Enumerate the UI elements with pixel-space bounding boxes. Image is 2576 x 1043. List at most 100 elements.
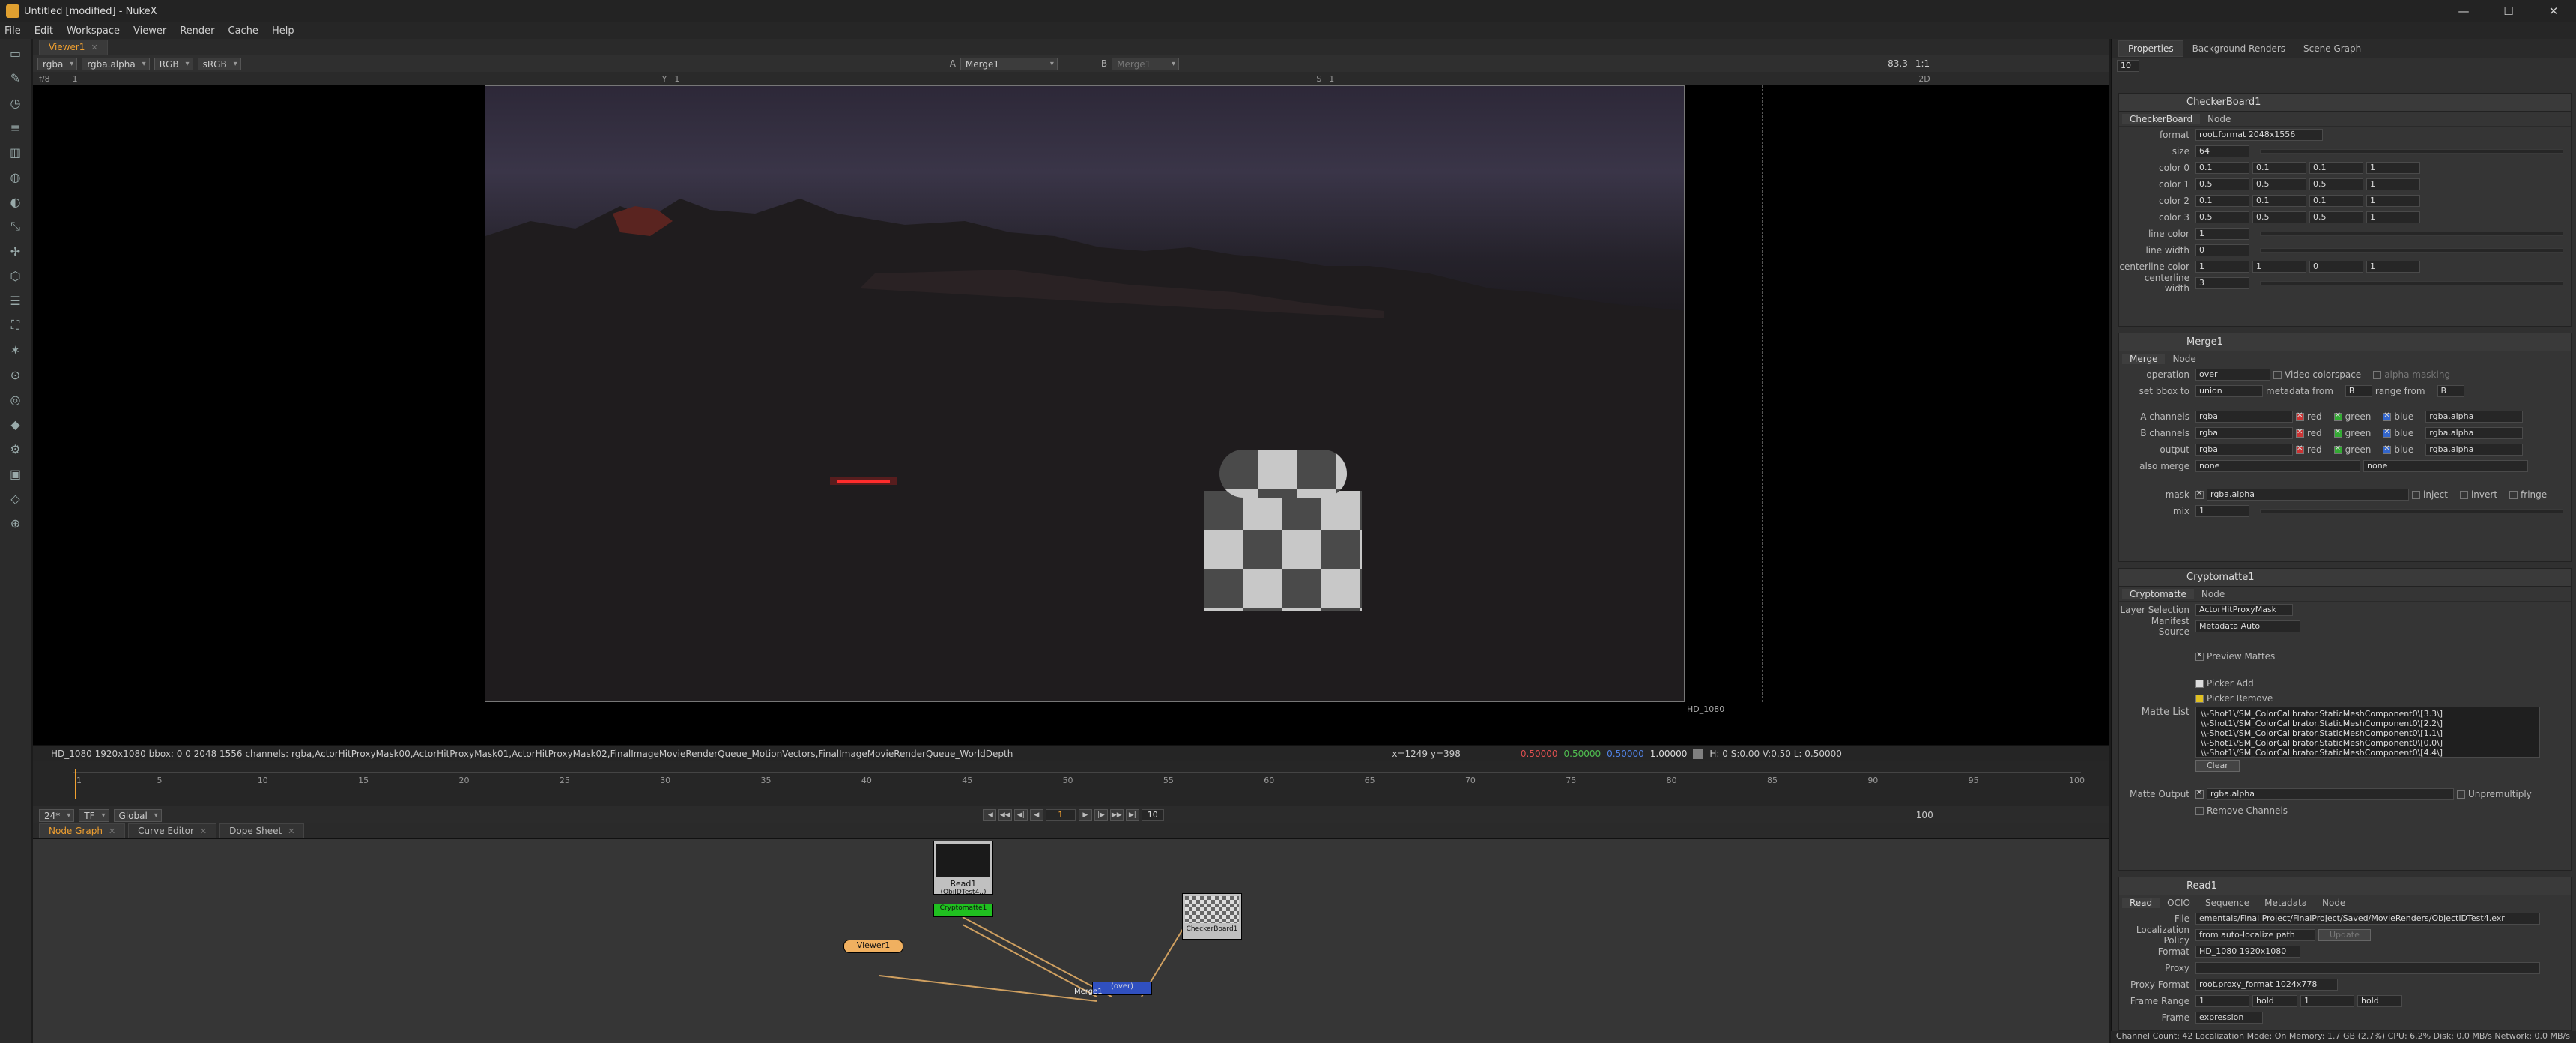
metadata-icon[interactable]: ⛶: [5, 315, 26, 336]
zoom-level[interactable]: 83.3: [1888, 58, 1908, 69]
b-blue-checkbox[interactable]: [2383, 428, 2392, 438]
tab-node[interactable]: Node: [2165, 354, 2203, 364]
menu-file[interactable]: File: [4, 25, 21, 37]
toolsets-icon[interactable]: ✶: [5, 339, 26, 360]
mask-dropdown[interactable]: rgba.alpha: [2207, 489, 2409, 501]
video-colorspace-checkbox[interactable]: [2273, 370, 2282, 379]
furnace-icon[interactable]: ◆: [5, 414, 26, 435]
also-merge-dropdown-2[interactable]: none: [2363, 460, 2528, 472]
bbox-dropdown[interactable]: union: [2195, 385, 2263, 397]
manifest-source-dropdown[interactable]: Metadata Auto: [2195, 620, 2300, 632]
checkerboard-name[interactable]: CheckerBoard1: [2186, 97, 2261, 108]
mask-checkbox[interactable]: [2195, 489, 2204, 499]
increment-field[interactable]: 10: [1141, 809, 1164, 821]
proxy-format-dropdown[interactable]: root.proxy_format 1024x778: [2195, 979, 2338, 991]
cara-icon[interactable]: ▣: [5, 463, 26, 484]
timeline-ruler[interactable]: 1 5 10 15 20 25 30 35 40 45 50 55 60 65 70 75 80 85 90 95 10…: [73, 772, 2085, 794]
menu-workspace[interactable]: Workspace: [67, 25, 120, 37]
menu-viewer[interactable]: Viewer: [133, 25, 166, 37]
menu-edit[interactable]: Edit: [34, 25, 53, 37]
a-red-checkbox[interactable]: [2296, 411, 2304, 421]
other-icon[interactable]: ⚙: [5, 438, 26, 459]
b-red-checkbox[interactable]: [2296, 428, 2304, 438]
tab-background-renders[interactable]: Background Renders: [2183, 40, 2294, 57]
image-icon[interactable]: ▭: [5, 43, 26, 64]
menu-help[interactable]: Help: [272, 25, 294, 37]
tab-viewer1[interactable]: Viewer1 ✕: [39, 39, 108, 55]
tab-node-graph[interactable]: Node Graph ✕: [39, 823, 126, 838]
format-dropdown[interactable]: root.format 2048x1556: [2195, 129, 2323, 141]
deep-icon[interactable]: ◎: [5, 389, 26, 410]
read-format-dropdown[interactable]: HD_1080 1920x1080: [2195, 946, 2300, 958]
line-width-slider[interactable]: [2260, 248, 2563, 253]
out-blue-checkbox[interactable]: [2383, 444, 2392, 454]
localization-policy-dropdown[interactable]: from auto-localize path: [2195, 929, 2315, 941]
prev-frame-button[interactable]: ◀|: [1013, 809, 1028, 821]
view-mode[interactable]: 2D: [1918, 74, 1930, 84]
particles-icon[interactable]: ⊙: [5, 364, 26, 385]
range-start-field[interactable]: 1: [2195, 995, 2249, 1007]
airmanager-icon[interactable]: ◇: [5, 488, 26, 509]
draw-icon[interactable]: ✎: [5, 67, 26, 88]
mix-slider[interactable]: [2260, 509, 2563, 513]
range-dropdown[interactable]: B: [2437, 385, 2464, 397]
matte-output-checkbox[interactable]: [2195, 789, 2204, 799]
first-frame-button[interactable]: |◀: [982, 809, 996, 821]
tf-dropdown[interactable]: TF: [79, 808, 109, 822]
preview-mattes-checkbox[interactable]: [2195, 651, 2204, 661]
fringe-checkbox[interactable]: [2509, 490, 2518, 499]
range-end-field[interactable]: 1: [2300, 995, 2354, 1007]
line-color-field[interactable]: 1: [2195, 228, 2249, 240]
tab-merge[interactable]: Merge: [2122, 353, 2166, 364]
close-icon[interactable]: ✕: [91, 43, 97, 52]
menu-cache[interactable]: Cache: [228, 25, 258, 37]
3d-icon[interactable]: ⬡: [5, 265, 26, 286]
tab-node[interactable]: Node: [2200, 114, 2238, 124]
merge-name[interactable]: Merge1: [2186, 336, 2223, 348]
fstop-control[interactable]: f/8: [39, 74, 50, 84]
node-graph-panel[interactable]: Node Graph ✕ Curve Editor ✕ Dope Sheet ✕ Re…: [33, 823, 2109, 1043]
tab-properties[interactable]: Properties: [2118, 40, 2183, 57]
tab-curve-editor[interactable]: Curve Editor ✕: [128, 823, 217, 838]
mix-field[interactable]: 1: [2195, 505, 2249, 517]
close-button[interactable]: ✕: [2531, 0, 2576, 22]
output-channels-dropdown[interactable]: rgba: [2195, 444, 2293, 456]
tab-node[interactable]: Node: [2315, 898, 2353, 908]
file-path-field[interactable]: ementals/Final Project/FinalProject/Save…: [2195, 913, 2540, 925]
tab-read[interactable]: Read: [2122, 897, 2160, 908]
plugin-icon[interactable]: ⊕: [5, 513, 26, 533]
a-alpha-dropdown[interactable]: rgba.alpha: [2425, 411, 2524, 423]
tab-dope-sheet[interactable]: Dope Sheet ✕: [219, 823, 305, 838]
matte-output-dropdown[interactable]: rgba.alpha: [2207, 788, 2454, 800]
display-dropdown[interactable]: sRGB: [197, 57, 241, 70]
close-icon[interactable]: ✕: [109, 826, 115, 836]
transform-icon[interactable]: ✢: [5, 241, 26, 261]
node-read1[interactable]: Read1 (ObjIDTest4..): [933, 841, 993, 896]
time-icon[interactable]: ◷: [5, 92, 26, 113]
tab-sequence[interactable]: Sequence: [2198, 898, 2257, 908]
input-b-dropdown[interactable]: Merge1: [1112, 57, 1180, 70]
tab-cryptomatte[interactable]: Cryptomatte: [2122, 588, 2194, 599]
line-width-field[interactable]: 0: [2195, 244, 2249, 256]
channel-icon[interactable]: ≡: [5, 117, 26, 138]
proxy-field[interactable]: [2195, 962, 2540, 974]
play-backward-button[interactable]: ◀: [1029, 809, 1043, 821]
maximize-button[interactable]: ☐: [2486, 0, 2531, 22]
tab-ocio[interactable]: OCIO: [2160, 898, 2198, 908]
tab-metadata[interactable]: Metadata: [2257, 898, 2315, 908]
invert-checkbox[interactable]: [2459, 490, 2468, 499]
menu-render[interactable]: Render: [180, 25, 214, 37]
b-green-checkbox[interactable]: [2333, 428, 2342, 438]
remove-channels-checkbox[interactable]: [2195, 806, 2204, 815]
proxy-ratio[interactable]: 1:1: [1915, 58, 1930, 69]
picker-add-swatch[interactable]: [2195, 679, 2204, 688]
frame-mode-dropdown[interactable]: expression: [2195, 1012, 2263, 1024]
fps-dropdown[interactable]: 24*: [39, 808, 75, 822]
color-icon[interactable]: ▥: [5, 142, 26, 163]
also-merge-dropdown[interactable]: none: [2195, 460, 2360, 472]
alpha-masking-checkbox[interactable]: [2373, 370, 2382, 379]
channels-dropdown[interactable]: rgba: [37, 57, 78, 70]
minimize-button[interactable]: —: [2441, 0, 2486, 22]
metadata-dropdown[interactable]: B: [2345, 385, 2372, 397]
filter-icon[interactable]: ◍: [5, 166, 26, 187]
